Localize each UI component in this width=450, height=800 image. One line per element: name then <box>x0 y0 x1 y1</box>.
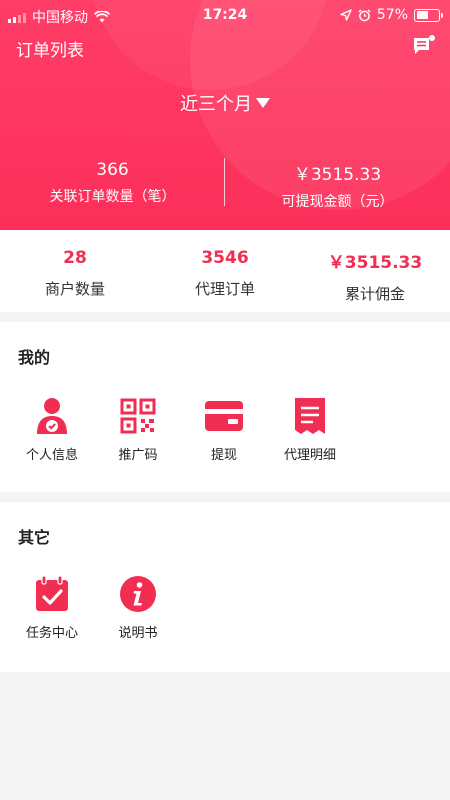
summary-value: ￥3515.33 <box>327 253 423 273</box>
manual-button[interactable]: 说明书 <box>108 574 168 641</box>
calendar-check-icon <box>22 574 82 614</box>
battery-icon <box>414 8 443 22</box>
location-icon <box>340 9 352 21</box>
task-center-button[interactable]: 任务中心 <box>22 574 82 641</box>
qr-code-icon <box>108 396 168 436</box>
info-icon <box>108 574 168 614</box>
merchant-count[interactable]: 28 商户数量 <box>0 230 150 312</box>
summary-value: 28 <box>63 248 87 268</box>
agent-details-button[interactable]: 代理明细 <box>280 396 340 463</box>
withdrawable-stat: ￥3515.33 可提现金额（元） <box>225 160 450 211</box>
withdrawable-value: ￥3515.33 <box>293 165 382 185</box>
section-title: 我的 <box>18 348 51 367</box>
header-banner: 中国移动 17:24 57% 订单列表 近三个月 366 关联订单数量（笔） ￥… <box>0 0 450 230</box>
summary-label: 代理订单 <box>194 280 255 298</box>
summary-bar: 28 商户数量 3546 代理订单 ￥3515.33 累计佣金 <box>0 230 450 312</box>
message-icon[interactable] <box>412 34 436 62</box>
item-label: 说明书 <box>118 626 158 641</box>
user-icon <box>22 396 82 436</box>
withdrawable-label: 可提现金额（元） <box>281 194 394 210</box>
section-title: 其它 <box>18 528 51 547</box>
period-selector[interactable]: 近三个月 <box>0 90 450 116</box>
summary-label: 商户数量 <box>44 280 105 298</box>
promo-code-button[interactable]: 推广码 <box>108 396 168 463</box>
triangle-down-icon <box>256 98 270 108</box>
summary-value: 3546 <box>201 248 249 268</box>
receipt-icon <box>280 396 340 436</box>
battery-percent: 57% <box>376 7 408 23</box>
order-count-value: 366 <box>96 160 129 180</box>
period-label: 近三个月 <box>180 94 252 115</box>
order-count-stat: 366 关联订单数量（笔） <box>0 160 225 206</box>
item-label: 提现 <box>210 448 237 463</box>
order-count-label: 关联订单数量（笔） <box>49 189 176 205</box>
alarm-icon <box>358 8 371 22</box>
item-label: 代理明细 <box>283 448 336 463</box>
total-commission[interactable]: ￥3515.33 累计佣金 <box>300 230 450 312</box>
item-label: 个人信息 <box>25 448 78 463</box>
other-section: 其它 任务中心 说明书 <box>0 502 450 672</box>
card-icon <box>194 396 254 436</box>
agent-orders[interactable]: 3546 代理订单 <box>150 230 300 312</box>
mine-section: 我的 个人信息 推广码 提现 代理明细 <box>0 322 450 492</box>
summary-label: 累计佣金 <box>344 285 405 303</box>
page-title: 订单列表 <box>16 41 84 61</box>
status-bar: 中国移动 17:24 57% <box>0 0 450 32</box>
withdraw-button[interactable]: 提现 <box>194 396 254 463</box>
item-label: 推广码 <box>118 448 158 463</box>
personal-info-button[interactable]: 个人信息 <box>22 396 82 463</box>
item-label: 任务中心 <box>25 626 78 641</box>
